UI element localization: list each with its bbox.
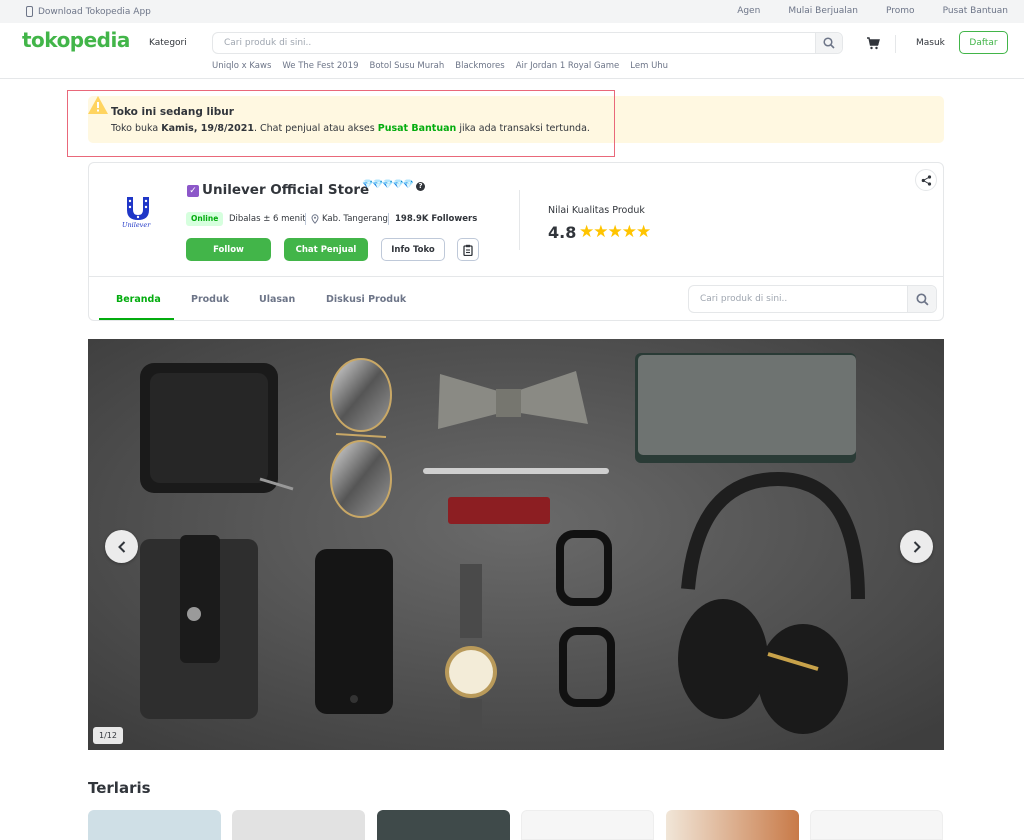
usb-item [448,497,550,524]
tab-diskusi-produk[interactable]: Diskusi Produk [326,294,406,305]
trending-keyword[interactable]: Uniqlo x Kaws [212,61,271,71]
rating-label: Nilai Kualitas Produk [548,205,645,216]
meta-divider [388,213,389,225]
masuk-button[interactable]: Masuk [916,38,945,48]
shop-search-input[interactable]: Cari produk di sini.. [700,294,787,304]
product-card[interactable] [810,810,943,840]
shop-tabs: Beranda Produk Ulasan Diskusi Produk [89,276,689,321]
official-store-badge-icon: ✓ [187,185,199,197]
header-divider [895,35,896,53]
banner-prev-button[interactable] [105,530,138,563]
meta-divider [305,213,306,225]
smartphone-item [315,549,393,714]
shop-search-bar[interactable]: Cari produk di sini.. [688,285,937,313]
clipboard-icon [463,244,473,256]
info-toko-button[interactable]: Info Toko [381,238,445,261]
trending-keyword[interactable]: Blackmores [455,61,504,71]
chevron-right-icon [913,540,921,553]
pen-item [423,468,609,474]
shop-banner[interactable] [88,339,944,750]
main-header: tokopedia Kategori Cari produk di sini..… [0,23,1024,79]
followers-count: 198.9K Followers [395,214,478,224]
link-agen[interactable]: Agen [737,6,760,16]
follow-button[interactable]: Follow [186,238,271,261]
product-card[interactable] [666,810,799,840]
clipboard-button[interactable] [457,238,479,261]
banner-image [88,339,944,750]
tab-ulasan[interactable]: Ulasan [259,294,295,305]
chevron-left-icon [117,540,125,553]
trending-keyword[interactable]: Botol Susu Murah [370,61,445,71]
top-bar: Download Tokopedia App Agen Mulai Berjua… [0,0,1024,23]
share-icon [921,174,931,186]
diamond-badge-icon: 💎💎💎💎💎 [362,180,414,190]
chat-penjual-button[interactable]: Chat Penjual [284,238,368,261]
link-mulai-berjualan[interactable]: Mulai Berjualan [788,6,858,16]
cart-icon[interactable] [866,37,880,50]
product-card[interactable] [521,810,654,840]
search-button[interactable] [815,33,842,53]
link-pusat-bantuan[interactable]: Pusat Bantuan [943,6,1008,16]
link-promo[interactable]: Promo [886,6,915,16]
unilever-logo-text: Unilever [122,221,151,229]
help-icon[interactable]: ? [416,182,425,191]
phone-icon [26,6,33,17]
active-tab-indicator [99,318,174,320]
daftar-button[interactable]: Daftar [959,31,1008,54]
product-card[interactable] [377,810,510,840]
shop-search-button[interactable] [907,286,936,312]
card-divider [519,190,520,250]
phone-case-item [140,535,258,719]
notebook-item [635,353,856,463]
shop-header-card: Unilever ✓ Unilever Official Store 💎💎💎💎💎… [88,162,944,321]
search-icon [823,37,835,49]
download-app-label: Download Tokopedia App [38,6,151,17]
search-bar[interactable]: Cari produk di sini.. [212,32,843,54]
wallet-item [140,363,294,493]
banner-counter: 1/12 [93,727,123,744]
share-button[interactable] [915,169,937,191]
highlight-frame [67,90,615,157]
tab-beranda[interactable]: Beranda [116,294,161,305]
location-pin-icon [311,214,319,224]
top-links: Agen Mulai Berjualan Promo Pusat Bantuan [737,6,1008,16]
product-card[interactable] [88,810,221,840]
kategori-menu[interactable]: Kategori [149,38,187,48]
section-title-terlaris: Terlaris [88,779,151,797]
trending-keyword[interactable]: Air Jordan 1 Royal Game [516,61,620,71]
download-app-link[interactable]: Download Tokopedia App [26,6,151,17]
tab-produk[interactable]: Produk [191,294,229,305]
rating-value: 4.8 [548,223,577,242]
trending-keyword[interactable]: We The Fest 2019 [282,61,358,71]
banner-next-button[interactable] [900,530,933,563]
reply-time: Dibalas ± 6 menit [229,214,306,224]
trending-keyword[interactable]: Lem Uhu [630,61,668,71]
product-card[interactable] [232,810,365,840]
shop-location: Kab. Tangerang [322,214,388,224]
tokopedia-logo[interactable]: tokopedia [22,28,130,52]
search-icon [915,292,929,306]
trending-keywords: Uniqlo x Kaws We The Fest 2019 Botol Sus… [212,61,668,71]
shop-name: Unilever Official Store [202,182,370,198]
online-status-badge: Online [186,212,224,226]
search-input[interactable]: Cari produk di sini.. [224,38,311,48]
rating-stars: ★★★★★ [579,222,651,242]
